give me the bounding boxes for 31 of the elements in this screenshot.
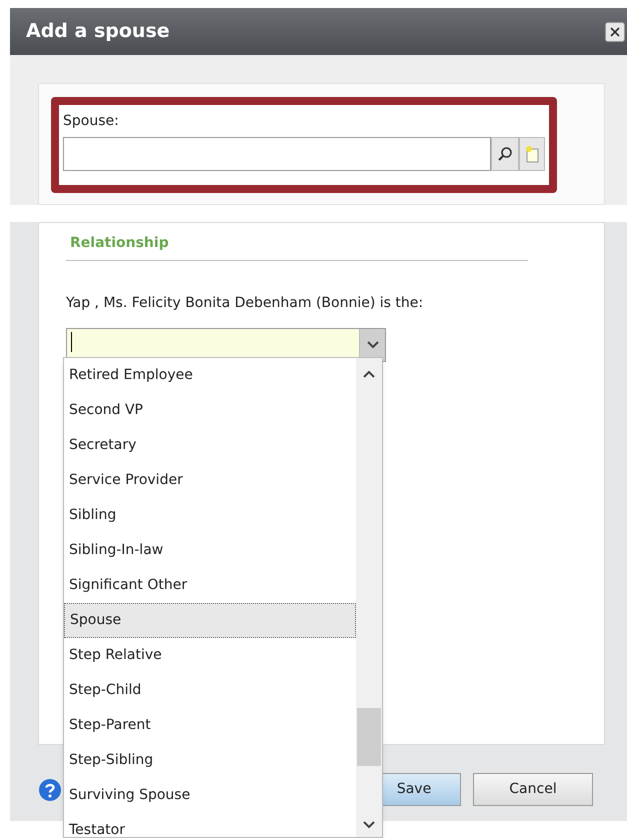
field-label: Spouse: [63,112,120,131]
scrollbar[interactable] [356,358,382,837]
search-button[interactable] [491,137,519,171]
dropdown-option[interactable]: Sibling [64,498,356,533]
dropdown-option[interactable]: Sibling-In-law [64,533,356,568]
cancel-button[interactable]: Cancel [473,773,593,806]
spouse-field[interactable] [63,137,491,171]
dropdown-option[interactable]: Service Provider [64,463,356,498]
help-icon[interactable] [38,778,62,802]
search-icon [497,146,513,162]
chevron-down-icon [366,341,378,349]
dialog-title: Add a spouse [26,19,170,44]
close-icon [609,26,621,38]
dropdown-option[interactable]: Step-Sibling [64,743,356,778]
scroll-down-icon[interactable] [363,821,375,829]
dropdown-option[interactable]: Second VP [64,393,356,428]
dropdown-option[interactable]: Spouse [64,603,356,638]
dropdown-option[interactable]: Retired Employee [64,358,356,393]
dropdown-option[interactable]: Secretary [64,428,356,463]
dropdown-option[interactable]: Step-Child [64,673,356,708]
close-button[interactable] [605,22,625,42]
dropdown-option[interactable]: Testator [64,813,356,837]
dropdown-option[interactable]: Surviving Spouse [64,778,356,813]
dropdown-option[interactable]: Step-Parent [64,708,356,743]
scroll-up-icon[interactable] [363,370,375,378]
section-title: Relationship [66,233,528,261]
new-document-icon [524,145,540,163]
dropdown-option[interactable]: Significant Other [64,568,356,603]
dropdown-option[interactable]: Step Relative [64,638,356,673]
scroll-thumb[interactable] [357,708,381,766]
relationship-prompt: Yap , Ms. Felicity Bonita Debenham (Bonnie) is the: [66,294,424,313]
